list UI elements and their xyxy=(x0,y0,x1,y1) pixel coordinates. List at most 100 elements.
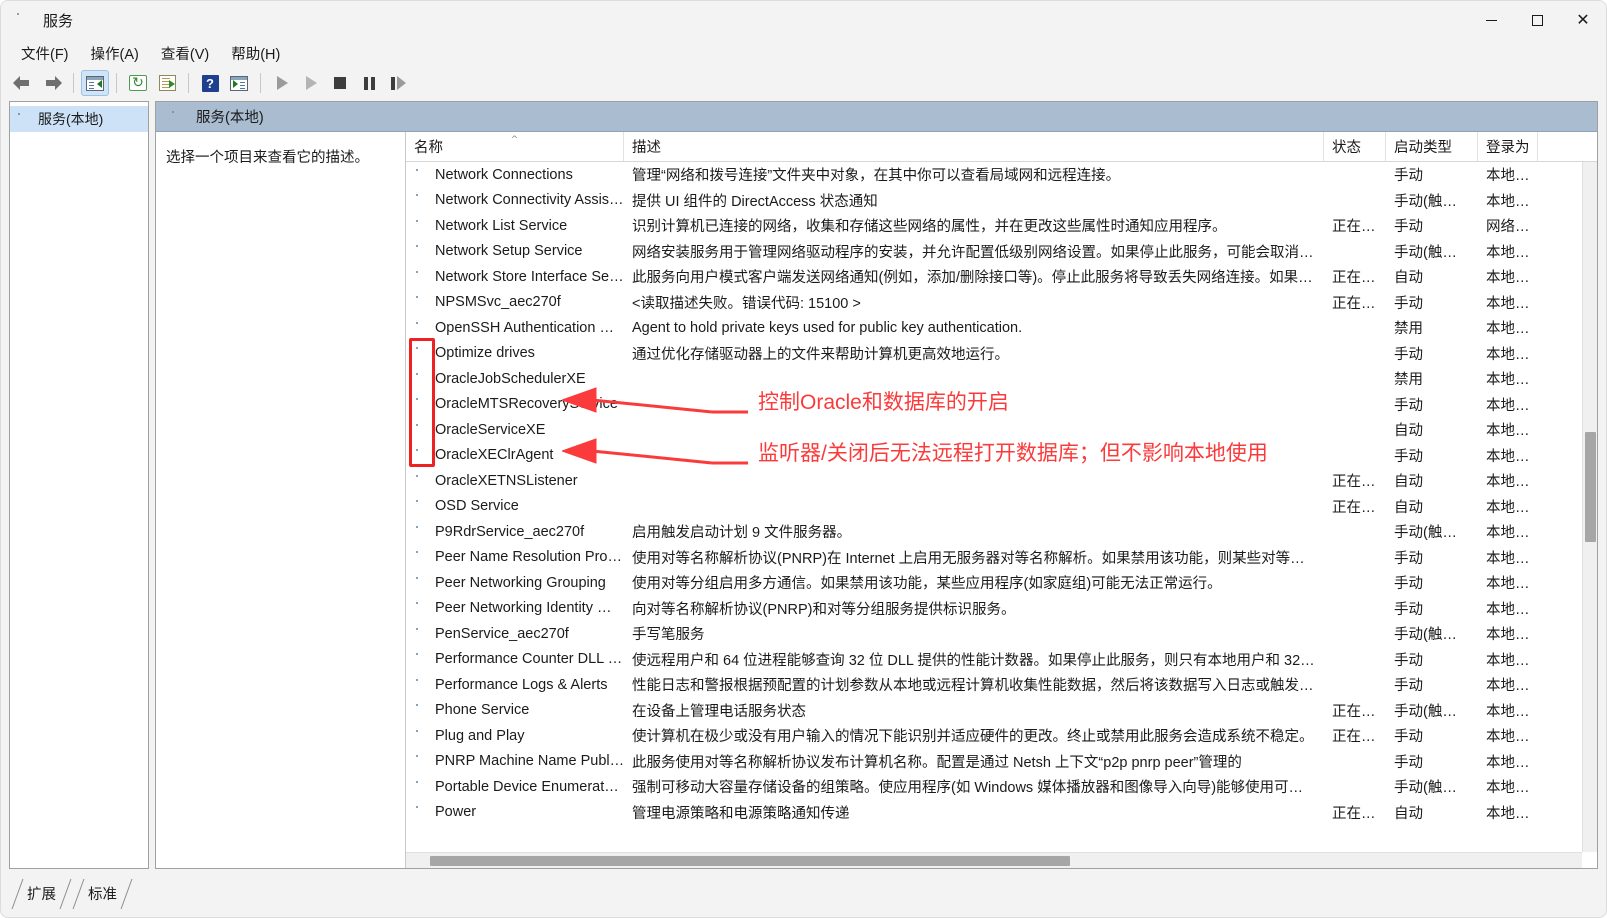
forward-button[interactable] xyxy=(38,70,66,96)
close-button[interactable]: ✕ xyxy=(1560,1,1606,39)
table-row[interactable]: OracleServiceXE 自动 本地系… xyxy=(406,417,1597,443)
start-service-button[interactable] xyxy=(268,70,296,96)
table-row[interactable]: OpenSSH Authentication … Agent to hold pr… xyxy=(406,315,1597,341)
list-column-headers: ^ 名称 描述 状态 启动类型 登录为 xyxy=(406,132,1597,162)
table-row[interactable]: OracleXEClrAgent 手动 本地系… xyxy=(406,443,1597,469)
cell-logon: 本地服… xyxy=(1486,270,1538,287)
services-gear-icon xyxy=(414,243,430,259)
minimize-button[interactable] xyxy=(1468,1,1514,39)
cell-logon: 本地系… xyxy=(1486,499,1538,516)
column-header-name[interactable]: ^ 名称 xyxy=(406,132,624,161)
table-row[interactable]: PNRP Machine Name Publ… 此服务使用对等名称解析协议发布计算… xyxy=(406,749,1597,775)
table-row[interactable]: Peer Name Resolution Pro… 使用对等名称解析协议(PNRP… xyxy=(406,545,1597,571)
menu-view[interactable]: 查看(V) xyxy=(151,40,219,67)
cell-logon: 本地系… xyxy=(1486,244,1538,261)
cell-logon: 本地系… xyxy=(1486,525,1538,542)
cell-service-name: PenService_aec270f xyxy=(406,626,624,642)
table-row[interactable]: P9RdrService_aec270f 启用触发启动计划 9 文件服务器。 手动(… xyxy=(406,519,1597,545)
stop-icon xyxy=(332,75,348,91)
title-bar-left: 服务 xyxy=(1,10,1468,31)
services-gear-icon xyxy=(414,600,430,616)
column-header-status-label: 状态 xyxy=(1332,140,1361,156)
table-row[interactable]: Plug and Play 使计算机在极少或没有用户输入的情况下能识别并适应硬件的… xyxy=(406,723,1597,749)
stop-service-button[interactable] xyxy=(326,70,354,96)
service-name-label: PNRP Machine Name Publ… xyxy=(435,753,624,770)
table-row[interactable]: Network Store Interface Se… 此服务向用户模式客户端发送… xyxy=(406,264,1597,290)
table-row[interactable]: Optimize drives 通过优化存储驱动器上的文件来帮助计算机更高效地运行… xyxy=(406,341,1597,367)
details-pane: 服务(本地) 选择一个项目来查看它的描述。 ^ 名称 描述 状态 启动类型 登录… xyxy=(155,101,1598,869)
column-header-startup-type[interactable]: 启动类型 xyxy=(1386,132,1478,161)
cell-logon: 本地系… xyxy=(1486,627,1538,644)
column-header-name-label: 名称 xyxy=(414,140,443,156)
back-button[interactable] xyxy=(9,70,37,96)
restart-service-button[interactable] xyxy=(384,70,412,96)
properties-button[interactable] xyxy=(225,70,253,96)
table-row[interactable]: Peer Networking Grouping 使用对等分组启用多方通信。如果禁… xyxy=(406,570,1597,596)
cell-description: 使用对等名称解析协议(PNRP)在 Internet 上启用无服务器对等名称解析… xyxy=(632,550,1320,567)
cell-logon: 本地系… xyxy=(1486,397,1538,414)
cell-description: 此服务向用户模式客户端发送网络通知(例如，添加/删除接口等)。停止此服务将导致丢… xyxy=(632,270,1313,287)
table-row[interactable]: OSD Service 正在… 自动 本地系… xyxy=(406,494,1597,520)
services-gear-icon xyxy=(414,218,430,234)
table-row[interactable]: OracleJobSchedulerXE 禁用 本地系… xyxy=(406,366,1597,392)
cell-description: 向对等名称解析协议(PNRP)和对等分组服务提供标识服务。 xyxy=(632,601,1016,618)
cell-startup: 禁用 xyxy=(1394,321,1423,338)
table-row[interactable]: Network Connectivity Assis… 提供 UI 组件的 Dir… xyxy=(406,188,1597,214)
services-gear-icon xyxy=(414,677,430,693)
table-row[interactable]: Portable Device Enumerat… 强制可移动大容量存储设备的组策… xyxy=(406,774,1597,800)
cell-startup: 手动 xyxy=(1394,754,1423,771)
resume-service-button[interactable] xyxy=(297,70,325,96)
services-gear-icon xyxy=(414,575,430,591)
menu-file[interactable]: 文件(F) xyxy=(11,40,79,67)
vertical-scrollbar-thumb[interactable] xyxy=(1585,432,1596,542)
services-gear-icon xyxy=(414,167,430,183)
table-row[interactable]: OracleXETNSListener 正在… 自动 本地系… xyxy=(406,468,1597,494)
cell-logon: 本地系… xyxy=(1486,193,1538,210)
cell-startup: 手动 xyxy=(1394,729,1423,746)
table-row[interactable]: Network Setup Service 网络安装服务用于管理网络驱动程序的安装… xyxy=(406,239,1597,265)
table-row[interactable]: Performance Logs & Alerts 性能日志和警报根据预配置的计划… xyxy=(406,672,1597,698)
export-list-button[interactable] xyxy=(153,70,181,96)
service-name-label: Optimize drives xyxy=(435,345,535,362)
horizontal-scrollbar[interactable] xyxy=(406,852,1582,868)
table-row[interactable]: PenService_aec270f 手写笔服务 手动(触发… 本地系… xyxy=(406,621,1597,647)
tab-standard[interactable]: 标准 xyxy=(72,879,133,909)
service-name-label: OracleXEClrAgent xyxy=(435,447,554,464)
services-gear-icon xyxy=(414,192,430,208)
panes-row: 选择一个项目来查看它的描述。 ^ 名称 描述 状态 启动类型 登录为 Netwo… xyxy=(156,132,1597,868)
service-name-label: PenService_aec270f xyxy=(435,625,569,642)
sidebar-item-services-local[interactable]: 服务(本地) xyxy=(10,106,148,132)
column-header-logon-as[interactable]: 登录为 xyxy=(1478,132,1538,161)
cell-service-name: Network Connections xyxy=(406,167,624,183)
refresh-button[interactable] xyxy=(124,70,152,96)
table-row[interactable]: NPSMSvc_aec270f <读取描述失败。错误代码: 15100 > 正在… 手… xyxy=(406,290,1597,316)
table-row[interactable]: Phone Service 在设备上管理电话服务状态 正在… 手动(触发… 本地服… xyxy=(406,698,1597,724)
toolbar-separator-2 xyxy=(116,73,117,93)
show-hide-console-tree-button[interactable] xyxy=(81,70,109,96)
tab-extended[interactable]: 扩展 xyxy=(11,879,72,909)
menu-help[interactable]: 帮助(H) xyxy=(221,40,290,67)
table-row[interactable]: Network Connections 管理“网络和拨号连接”文件夹中对象，在其中… xyxy=(406,162,1597,188)
column-header-status[interactable]: 状态 xyxy=(1324,132,1386,161)
services-rows[interactable]: Network Connections 管理“网络和拨号连接”文件夹中对象，在其中… xyxy=(406,162,1597,868)
table-row[interactable]: Power 管理电源策略和电源策略通知传递 正在… 自动 本地系… xyxy=(406,800,1597,826)
table-row[interactable]: Performance Counter DLL … 使远程用户和 64 位进程能够… xyxy=(406,647,1597,673)
menu-action[interactable]: 操作(A) xyxy=(81,40,149,67)
vertical-scrollbar[interactable] xyxy=(1582,162,1597,852)
service-name-label: OpenSSH Authentication … xyxy=(435,319,614,336)
cell-service-name: Phone Service xyxy=(406,702,624,718)
cell-service-name: OracleXEClrAgent xyxy=(406,447,624,463)
cell-logon: 本地服… xyxy=(1486,550,1538,567)
table-row[interactable]: OracleMTSRecoveryService 手动 本地系… xyxy=(406,392,1597,418)
table-row[interactable]: Network List Service 识别计算机已连接的网络，收集和存储这些网… xyxy=(406,213,1597,239)
help-button[interactable]: ? xyxy=(196,70,224,96)
maximize-button[interactable] xyxy=(1514,1,1560,39)
table-row[interactable]: Peer Networking Identity … 向对等名称解析协议(PNRP… xyxy=(406,596,1597,622)
pause-service-button[interactable] xyxy=(355,70,383,96)
services-gear-icon xyxy=(414,473,430,489)
service-name-label: Peer Networking Grouping xyxy=(435,574,606,591)
service-name-label: Network List Service xyxy=(435,217,568,234)
horizontal-scrollbar-thumb[interactable] xyxy=(430,856,1070,866)
service-name-label: OSD Service xyxy=(435,498,519,515)
column-header-description[interactable]: 描述 xyxy=(624,132,1324,161)
